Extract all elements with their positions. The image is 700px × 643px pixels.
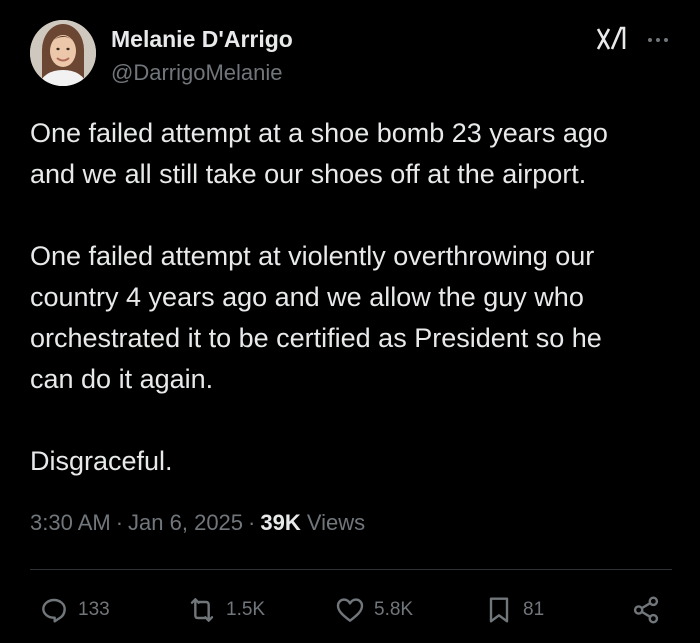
reply-button[interactable]: 133 [38, 594, 110, 626]
views-label: Views [306, 510, 366, 535]
tweet-date[interactable]: Jan 6, 2025 [128, 510, 243, 535]
reply-count: 133 [78, 599, 110, 620]
avatar[interactable] [30, 20, 96, 86]
tweet-meta: 3:30 AM · Jan 6, 2025 · 39K Views [30, 510, 365, 536]
like-button[interactable]: 5.8K [334, 594, 413, 626]
repost-icon [190, 598, 214, 622]
meta-separator: · [115, 510, 124, 535]
author-name[interactable]: Melanie D'Arrigo [111, 26, 293, 53]
bookmark-button[interactable]: 81 [483, 594, 544, 626]
user-avatar-photo [30, 20, 96, 86]
bookmark-icon [489, 597, 509, 623]
share-button[interactable] [630, 594, 662, 626]
share-icon [633, 596, 659, 624]
bookmark-count: 81 [523, 599, 545, 620]
heart-icon [336, 598, 364, 622]
tweet-text: One failed attempt at a shoe bomb 23 yea… [30, 118, 608, 476]
author-handle[interactable]: @DarrigoMelanie [111, 60, 283, 86]
repost-count: 1.5K [226, 599, 266, 620]
grok-icon[interactable] [596, 26, 626, 52]
views-count[interactable]: 39K [260, 510, 300, 535]
repost-button[interactable]: 1.5K [186, 594, 265, 626]
more-options-icon[interactable] [644, 30, 672, 50]
tweet-time[interactable]: 3:30 AM [30, 510, 111, 535]
reply-icon [42, 598, 66, 623]
like-count: 5.8K [374, 599, 414, 620]
divider [30, 569, 672, 570]
meta-separator: · [248, 510, 256, 535]
